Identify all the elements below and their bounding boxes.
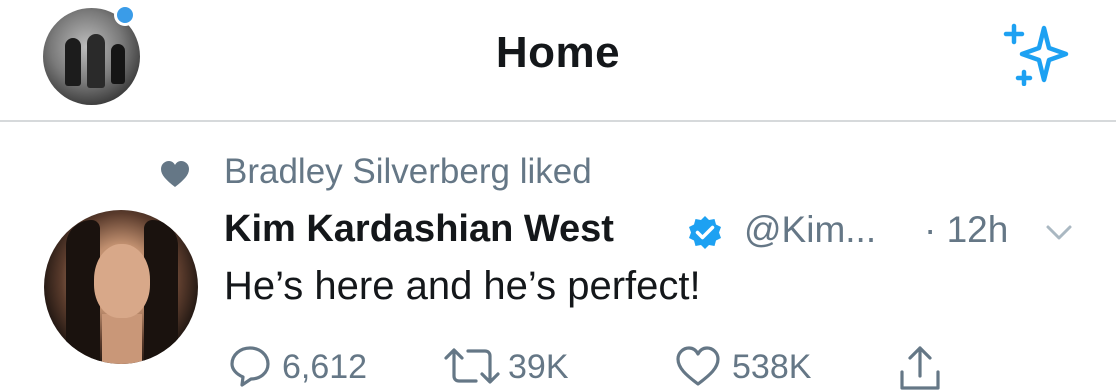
reply-button[interactable]: 6,612 <box>228 340 388 392</box>
chevron-down-icon[interactable] <box>1044 222 1074 244</box>
verified-badge-icon <box>689 216 721 249</box>
share-icon <box>900 346 940 390</box>
social-context-text: Bradley Silverberg liked <box>224 152 592 191</box>
retweet-count: 39K <box>508 348 569 386</box>
author-name[interactable]: Kim Kardashian West <box>224 208 614 251</box>
author-handle[interactable]: @Kim... <box>744 209 876 251</box>
reply-count: 6,612 <box>282 348 368 386</box>
new-activity-dot <box>114 4 136 26</box>
like-count: 538K <box>732 348 812 386</box>
tweet-actions: 6,612 39K 538K <box>0 340 1116 392</box>
sparkle-icon[interactable] <box>1000 18 1076 86</box>
tweet-timestamp[interactable]: · 12h <box>924 209 1008 251</box>
top-bar: Home <box>0 0 1116 120</box>
avatar-face <box>94 244 150 318</box>
page-title: Home <box>495 28 621 77</box>
retweet-icon <box>444 348 500 384</box>
tweet-text: He’s here and he’s perfect! <box>224 264 701 308</box>
header-divider <box>0 120 1116 122</box>
like-button[interactable]: 538K <box>674 340 834 392</box>
share-button[interactable] <box>896 340 946 392</box>
retweet-button[interactable]: 39K <box>440 340 580 392</box>
heart-icon <box>161 161 189 187</box>
reply-icon <box>230 346 270 387</box>
heart-outline-icon <box>676 346 720 386</box>
